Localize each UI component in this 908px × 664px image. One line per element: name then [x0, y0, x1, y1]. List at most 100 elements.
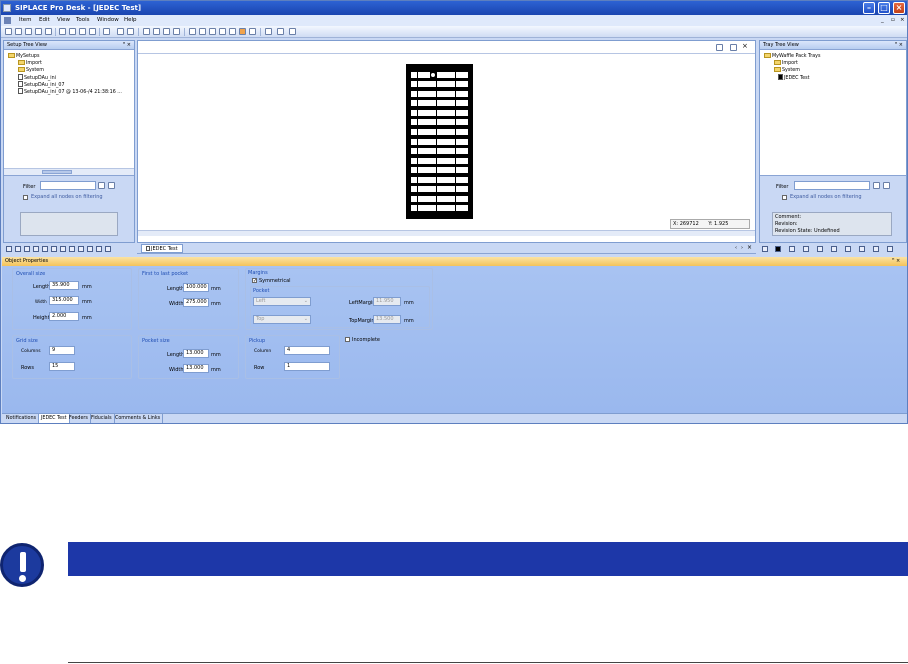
library-icon[interactable]	[105, 246, 111, 252]
camera-icon[interactable]	[78, 246, 84, 252]
tray-pocket[interactable]	[461, 109, 468, 116]
report-icon[interactable]	[96, 246, 102, 252]
tray-pocket[interactable]	[411, 176, 418, 183]
zoom-in-icon[interactable]	[199, 28, 206, 35]
tray-pocket[interactable]	[442, 167, 449, 174]
tray-pocket[interactable]	[449, 71, 456, 78]
component-icon[interactable]	[24, 246, 30, 252]
tray-tool-icon[interactable]	[153, 28, 160, 35]
zoom-window-icon[interactable]	[189, 28, 196, 35]
tray-pocket[interactable]	[449, 81, 456, 88]
tray-pocket[interactable]	[455, 119, 462, 126]
tray-pocket[interactable]	[417, 81, 424, 88]
tray-pocket[interactable]	[411, 148, 418, 155]
tray-pocket[interactable]	[461, 205, 468, 212]
tray-pocket[interactable]	[442, 81, 449, 88]
tray-pocket[interactable]	[417, 119, 424, 126]
tray-pocket[interactable]	[436, 157, 443, 164]
tray-pocket[interactable]	[449, 167, 456, 174]
tray-filter-input[interactable]	[794, 181, 870, 190]
tray-pocket[interactable]	[411, 119, 418, 126]
tray-pocket[interactable]	[455, 138, 462, 145]
tray-pocket[interactable]	[461, 71, 468, 78]
pin-close-icon[interactable]: ᴴ ×	[892, 257, 900, 266]
select-icon[interactable]	[239, 28, 246, 35]
sort-icon[interactable]	[45, 28, 52, 35]
tray-pocket[interactable]	[423, 119, 430, 126]
tray-pocket[interactable]	[461, 119, 468, 126]
tray-pocket[interactable]	[455, 195, 462, 202]
tray-pocket[interactable]	[449, 186, 456, 193]
tray-pocket[interactable]	[442, 176, 449, 183]
magnify-icon[interactable]	[716, 44, 723, 51]
tray-pocket[interactable]	[449, 205, 456, 212]
undo-icon[interactable]	[59, 28, 66, 35]
tree-node[interactable]: SetupDAu_ini_07 @ 13-06-/4 21:38:16 ...	[18, 88, 122, 96]
tree-node[interactable]: System	[774, 67, 800, 74]
tray-pocket[interactable]	[455, 148, 462, 155]
tray-pocket[interactable]	[430, 205, 437, 212]
pickup-column-input[interactable]: 4	[284, 346, 330, 355]
tray-pocket[interactable]	[461, 157, 468, 164]
first-last-width-input[interactable]: 275.000	[183, 298, 209, 307]
tray-pocket[interactable]	[455, 81, 462, 88]
tree-node[interactable]: MyWaffle Pack Trays	[764, 53, 821, 60]
tray-tool-icon[interactable]	[143, 28, 150, 35]
tray-pocket[interactable]	[417, 90, 424, 97]
tray-pocket[interactable]	[449, 90, 456, 97]
tree-node[interactable]: System	[18, 67, 44, 74]
grid-columns-input[interactable]: 9	[49, 346, 75, 355]
filter-apply-icon[interactable]	[98, 182, 105, 189]
tray-pocket[interactable]	[455, 90, 462, 97]
overall-width-input[interactable]: 315.000	[49, 296, 79, 305]
print-icon[interactable]	[265, 28, 272, 35]
new-icon[interactable]	[5, 28, 12, 35]
tray-pocket[interactable]	[442, 205, 449, 212]
settings-icon[interactable]	[859, 246, 865, 252]
menu-item[interactable]: Edit	[39, 15, 50, 26]
tray-pocket[interactable]	[455, 186, 462, 193]
tray-pocket[interactable]	[436, 100, 443, 107]
tray-pocket[interactable]	[449, 119, 456, 126]
program-icon[interactable]	[87, 246, 93, 252]
export-icon[interactable]	[117, 28, 124, 35]
print-icon[interactable]	[803, 246, 809, 252]
delete-icon[interactable]	[277, 28, 284, 35]
tray-pocket[interactable]	[411, 195, 418, 202]
mdi-restore-icon[interactable]: ▫	[891, 15, 895, 26]
tray-pocket[interactable]	[436, 119, 443, 126]
tray-pocket[interactable]	[436, 109, 443, 116]
tray-pocket[interactable]	[436, 195, 443, 202]
line-icon[interactable]	[15, 246, 21, 252]
tray-pocket[interactable]	[442, 157, 449, 164]
top-select[interactable]: Top ⌄	[253, 315, 311, 324]
filter-apply-icon[interactable]	[873, 182, 880, 189]
station-icon[interactable]	[6, 246, 12, 252]
tab-fiducials[interactable]: Fiducials	[89, 414, 115, 423]
pin-close-icon[interactable]: ᴴ ×	[123, 41, 131, 50]
tray-pocket[interactable]	[423, 138, 430, 145]
tray-tool-icon[interactable]	[173, 28, 180, 35]
expand-checkbox[interactable]	[23, 195, 28, 200]
tray-pocket[interactable]	[442, 71, 449, 78]
tray-pocket[interactable]	[423, 176, 430, 183]
tray-pocket[interactable]	[436, 138, 443, 145]
grid-rows-input[interactable]: 15	[49, 362, 75, 371]
tab-jedec-test[interactable]: JEDEC Test	[141, 244, 183, 253]
tray-pocket[interactable]	[417, 138, 424, 145]
tray-pocket[interactable]	[417, 71, 424, 78]
tray-pocket[interactable]	[436, 176, 443, 183]
tray-pocket[interactable]	[423, 128, 430, 135]
check-icon[interactable]	[35, 28, 42, 35]
tray-pocket[interactable]	[430, 138, 437, 145]
mdi-close-icon[interactable]: ×	[900, 15, 905, 26]
tray-pocket[interactable]	[449, 148, 456, 155]
tray-canvas[interactable]: × X: 269712 Y: 1.925	[137, 40, 756, 243]
print-preview-icon[interactable]	[730, 44, 737, 51]
tray-pocket[interactable]	[442, 119, 449, 126]
monitor-icon[interactable]	[845, 246, 851, 252]
tray-pocket[interactable]	[411, 186, 418, 193]
tray-pocket[interactable]	[455, 109, 462, 116]
tray-pocket[interactable]	[461, 138, 468, 145]
tray-pocket[interactable]	[417, 186, 424, 193]
